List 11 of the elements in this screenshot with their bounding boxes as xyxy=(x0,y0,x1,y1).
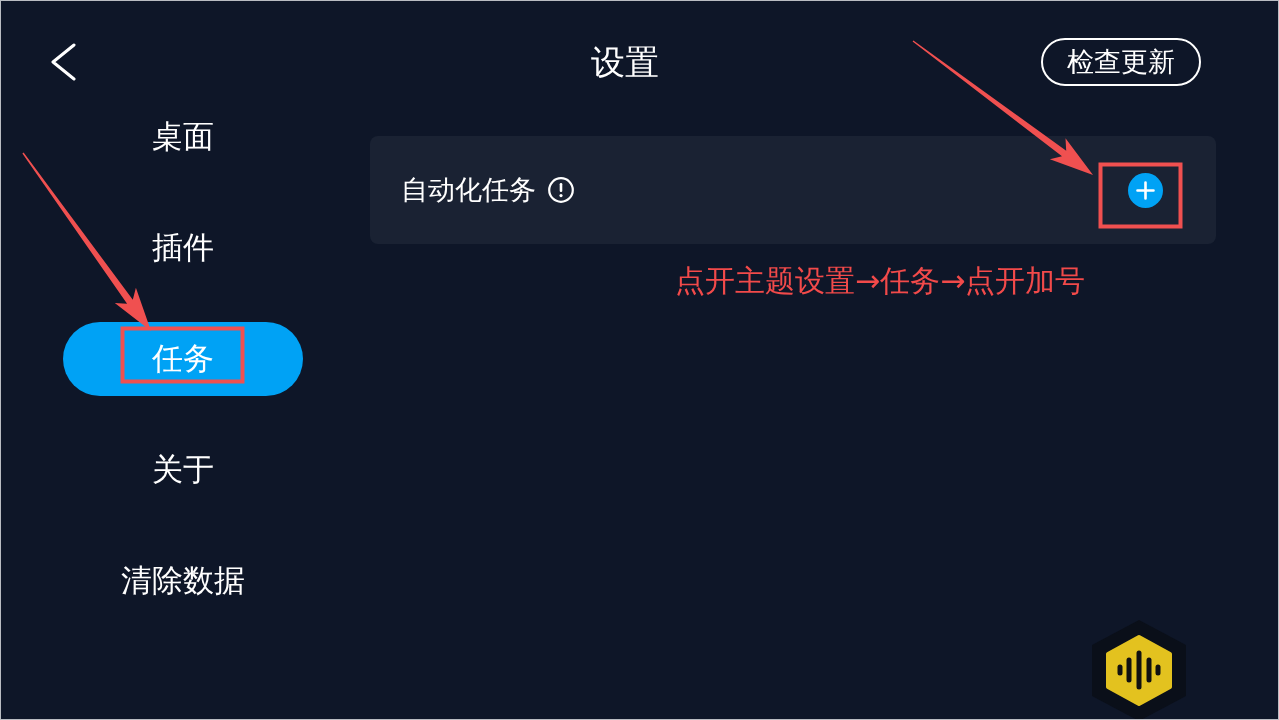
check-update-button[interactable]: 检查更新 xyxy=(1041,38,1201,86)
page-title: 设置 xyxy=(591,41,659,84)
sidebar-item[interactable]: 插件 xyxy=(63,211,303,285)
annotation-caption: 点开主题设置→任务→点开加号 xyxy=(675,262,1087,300)
sidebar-item[interactable]: 清除数据 xyxy=(63,544,303,618)
sidebar-item[interactable]: 桌面 xyxy=(63,100,303,174)
sound-wave-icon[interactable] xyxy=(1089,620,1189,719)
card-label: 自动化任务 xyxy=(401,173,536,207)
add-icon[interactable] xyxy=(1128,172,1163,208)
exclamation-circle-icon[interactable] xyxy=(548,177,574,203)
sidebar-item[interactable]: 关于 xyxy=(63,433,303,507)
